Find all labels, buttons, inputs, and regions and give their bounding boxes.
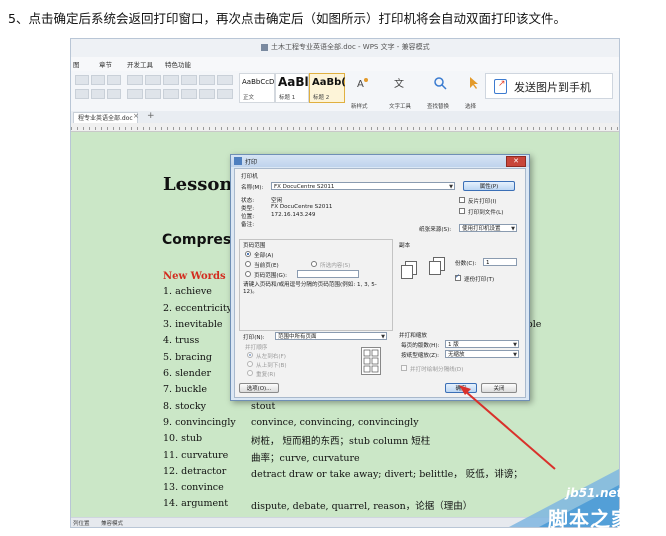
watermark-site: jb51.net (566, 486, 623, 500)
screenshot-frame: 土木工程专业英语全部.doc - WPS 文字 - 兼容模式 图 章节 开发工具… (70, 38, 620, 528)
watermark-name: 脚本之家 (548, 507, 632, 531)
step-instruction: 5、点击确定后系统会返回打印窗口，再次点击确定后（如图所示）打印机将会自动双面打… (8, 11, 566, 26)
annotation-arrow (459, 385, 556, 470)
